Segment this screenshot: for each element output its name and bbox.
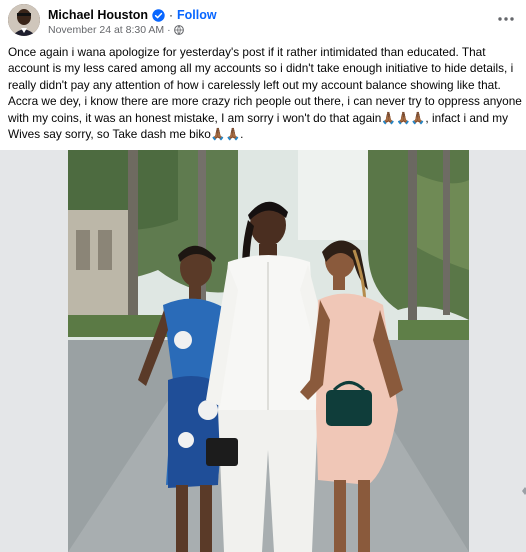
follow-button[interactable]: Follow — [177, 8, 217, 22]
author-name[interactable]: Michael Houston — [48, 8, 148, 22]
post-meta: November 24 at 8:30 AM · — [48, 24, 184, 36]
photo-margin-left — [0, 150, 68, 552]
verified-badge-icon — [152, 8, 165, 22]
author-avatar[interactable] — [8, 4, 40, 36]
more-options-icon[interactable] — [496, 12, 516, 26]
post-text: Once again i wana apologize for yesterda… — [8, 45, 522, 142]
post-photo[interactable] — [68, 150, 469, 552]
post-timestamp[interactable]: November 24 at 8:30 AM — [48, 24, 164, 36]
side-marker-icon — [522, 487, 526, 495]
author-line: Michael Houston · Follow — [48, 6, 217, 24]
photo-margin-right — [469, 150, 526, 552]
separator-dot: · — [169, 8, 174, 22]
facebook-post: Michael Houston · Follow November 24 at … — [0, 0, 526, 552]
post-header: Michael Houston · Follow November 24 at … — [8, 4, 518, 40]
post-photo-area — [0, 150, 526, 552]
globe-icon[interactable] — [173, 25, 184, 35]
meta-separator-dot: · — [167, 24, 171, 36]
